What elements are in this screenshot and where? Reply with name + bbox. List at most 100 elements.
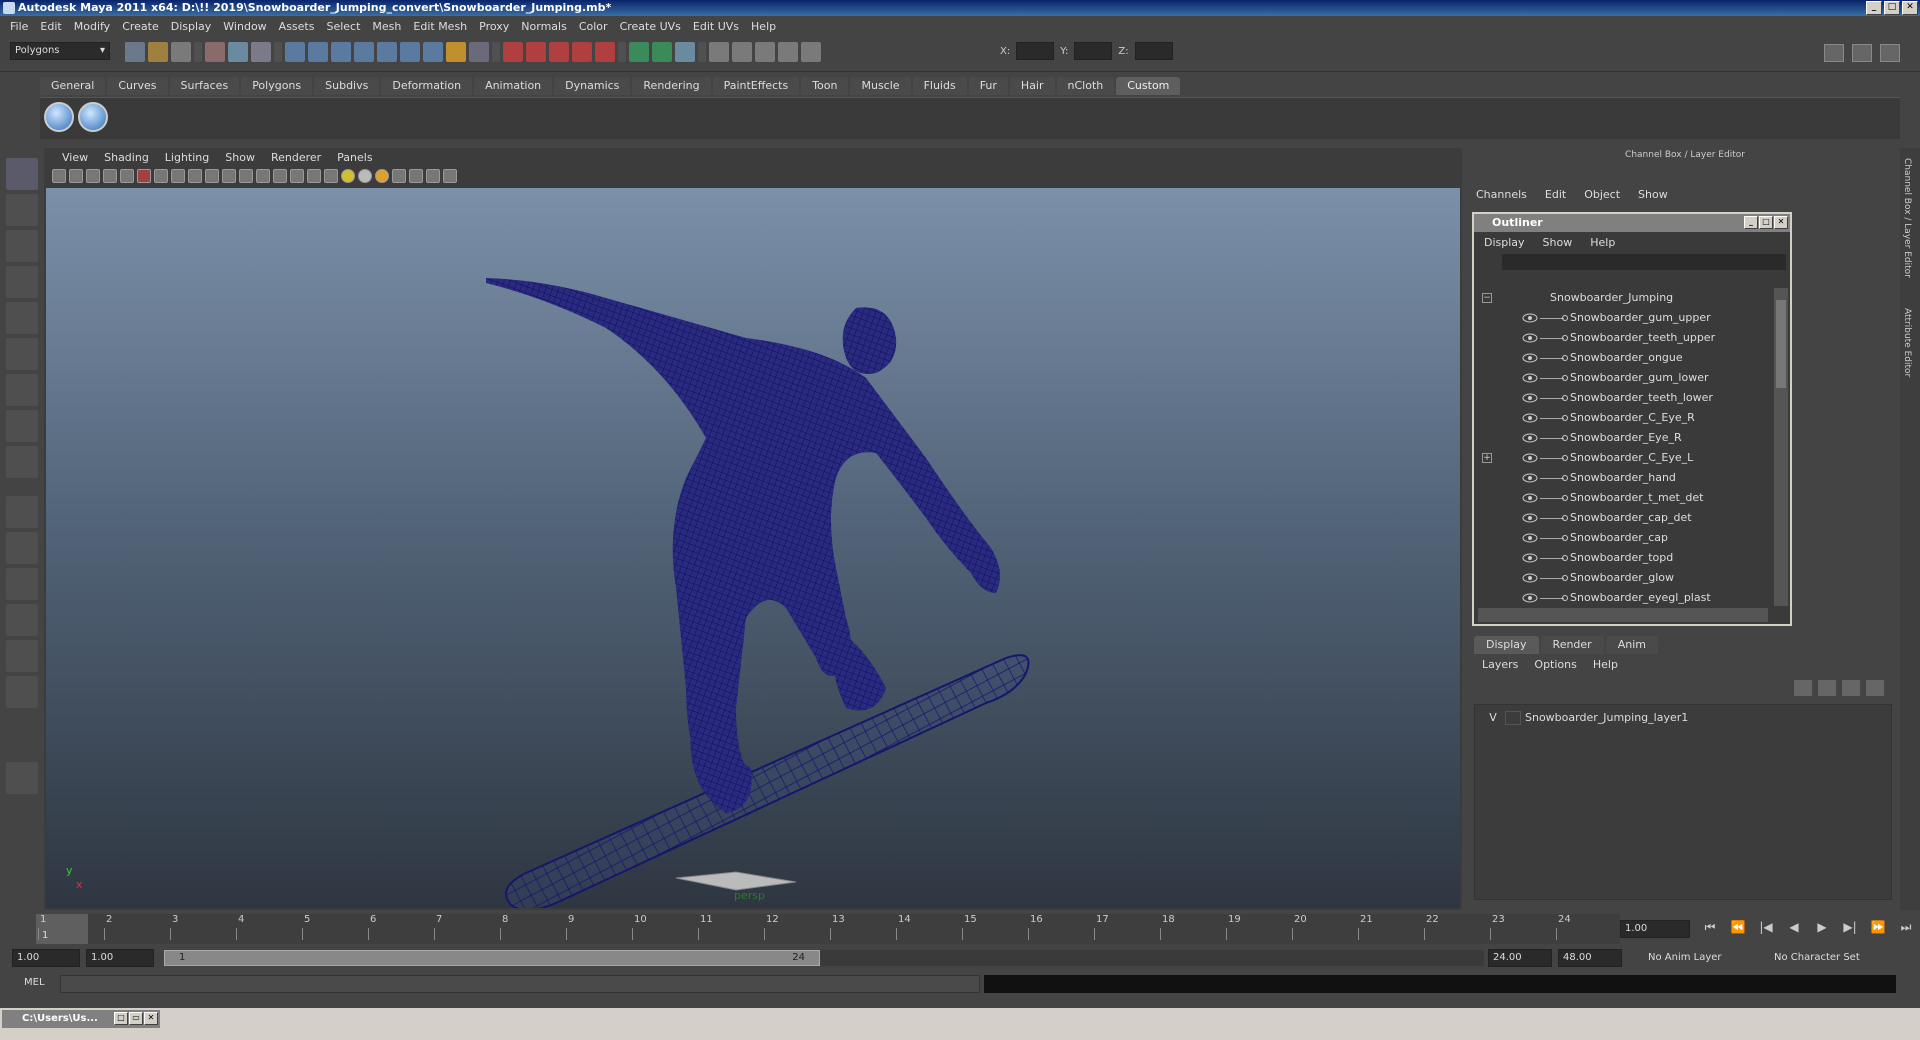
- toggle-layout-icon[interactable]: [629, 42, 649, 62]
- shelf-tab-fur[interactable]: Fur: [968, 77, 1008, 95]
- pin-icon[interactable]: [778, 42, 798, 62]
- outliner-minimize-button[interactable]: _: [1744, 216, 1758, 229]
- menu-select[interactable]: Select: [320, 20, 366, 33]
- help-line-icon[interactable]: [423, 42, 443, 62]
- shelf-tab-hair[interactable]: Hair: [1009, 77, 1055, 95]
- select-hierarchy-icon[interactable]: [205, 42, 225, 62]
- command-language-label[interactable]: MEL: [24, 977, 45, 988]
- xray-icon[interactable]: [409, 169, 423, 183]
- z-field[interactable]: [1134, 42, 1173, 60]
- default-lights-icon[interactable]: [341, 169, 355, 183]
- channel-box-toggle-icon[interactable]: [1880, 44, 1900, 62]
- grid-icon[interactable]: [154, 169, 168, 183]
- shelf-tab-rendering[interactable]: Rendering: [632, 77, 711, 95]
- clapper-icon[interactable]: [732, 42, 752, 62]
- camera-attributes-icon[interactable]: [69, 169, 83, 183]
- history-icon[interactable]: [400, 42, 420, 62]
- shelf-tab-subdivs[interactable]: Subdivs: [314, 77, 380, 95]
- play-backward-button[interactable]: ◀: [1784, 920, 1804, 935]
- time-slider-track[interactable]: 1 1 2 3 4 5 6 7 8 9 10 11 12 13 14 15 16 17 18 19 20 21 22 23 2…: [36, 914, 1620, 944]
- layer-visibility-toggle[interactable]: V: [1485, 709, 1501, 727]
- maximize-button[interactable]: ▭: [129, 1012, 143, 1025]
- render-current-icon[interactable]: [503, 42, 523, 62]
- last-tool-icon[interactable]: [6, 446, 38, 478]
- outliner-filter-input[interactable]: [1502, 254, 1786, 270]
- outliner-menu-show[interactable]: Show: [1543, 236, 1573, 249]
- isolate-select-icon[interactable]: [392, 169, 406, 183]
- layer-type-toggle[interactable]: [1505, 711, 1521, 725]
- new-layer-icon[interactable]: [1842, 680, 1860, 696]
- checkmark-icon[interactable]: [44, 102, 74, 132]
- viewport-menu-view[interactable]: View: [54, 151, 96, 164]
- textured-icon[interactable]: [324, 169, 338, 183]
- attribute-editor-toggle-icon[interactable]: [1824, 44, 1844, 62]
- manipulator-tool-icon[interactable]: [6, 374, 38, 406]
- outliner-item[interactable]: Snowboarder_topd: [1474, 548, 1774, 568]
- menu-edit[interactable]: Edit: [34, 20, 67, 33]
- outliner-horizontal-scrollbar[interactable]: [1478, 608, 1768, 622]
- snapshot-icon[interactable]: [755, 42, 775, 62]
- range-slider-thumb[interactable]: 1 24: [164, 950, 820, 966]
- outliner-item[interactable]: Snowboarder_gum_upper: [1474, 308, 1774, 328]
- script-icon[interactable]: [6, 762, 38, 794]
- outliner-root-item[interactable]: − Snowboarder_Jumping: [1474, 288, 1774, 308]
- shelf-tab-toon[interactable]: Toon: [801, 77, 849, 95]
- move-tool-icon[interactable]: [6, 266, 38, 298]
- perspective-view[interactable]: y x persp: [46, 188, 1460, 908]
- outliner-vertical-scrollbar[interactable]: [1774, 288, 1788, 606]
- image-plane-icon[interactable]: [103, 169, 117, 183]
- shelf-tab-surfaces[interactable]: Surfaces: [169, 77, 240, 95]
- select-object-icon[interactable]: [228, 42, 248, 62]
- new-scene-icon[interactable]: [125, 42, 145, 62]
- command-input[interactable]: [60, 975, 980, 993]
- play-forward-button[interactable]: ▶: [1812, 920, 1832, 935]
- outliner-item[interactable]: + Snowboarder_C_Eye_L: [1474, 448, 1774, 468]
- layer-tab-anim[interactable]: Anim: [1605, 636, 1658, 654]
- menu-normals[interactable]: Normals: [515, 20, 573, 33]
- viewport-menu-show[interactable]: Show: [217, 151, 263, 164]
- outliner-item[interactable]: Snowboarder_t_met_det: [1474, 488, 1774, 508]
- 2d-pan-zoom-icon[interactable]: [120, 169, 134, 183]
- select-tool-icon[interactable]: [6, 158, 38, 190]
- select-component-icon[interactable]: [251, 42, 271, 62]
- menu-create-uvs[interactable]: Create UVs: [614, 20, 687, 33]
- shadows-icon[interactable]: [375, 169, 389, 183]
- single-perspective-layout-icon[interactable]: [6, 496, 38, 528]
- menu-color[interactable]: Color: [573, 20, 614, 33]
- viewport-menu-shading[interactable]: Shading: [96, 151, 157, 164]
- layer-tab-display[interactable]: Display: [1474, 636, 1539, 654]
- y-field[interactable]: [1074, 42, 1113, 60]
- tool-settings-toggle-icon[interactable]: [1852, 44, 1872, 62]
- channel-box-side-tab[interactable]: Channel Box / Layer Editor: [1902, 158, 1912, 278]
- smooth-shade-icon[interactable]: [290, 169, 304, 183]
- attribute-editor-side-tab[interactable]: Attribute Editor: [1902, 308, 1912, 377]
- menu-set-dropdown[interactable]: Polygons: [10, 42, 110, 60]
- shelf-tab-deformation[interactable]: Deformation: [381, 77, 473, 95]
- outliner-item[interactable]: Snowboarder_ongue: [1474, 348, 1774, 368]
- shelf-tab-painteffects[interactable]: PaintEffects: [712, 77, 800, 95]
- hypershade-layout-icon[interactable]: [6, 640, 38, 672]
- menu-assets[interactable]: Assets: [273, 20, 321, 33]
- menu-edit-mesh[interactable]: Edit Mesh: [407, 20, 473, 33]
- collapse-icon[interactable]: −: [1482, 293, 1492, 303]
- hud-icon[interactable]: [443, 169, 457, 183]
- outliner-maximize-button[interactable]: □: [1759, 216, 1773, 229]
- step-back-key-button[interactable]: ⏪: [1728, 920, 1748, 935]
- wireframe-icon[interactable]: [273, 169, 287, 183]
- outliner-item[interactable]: Snowboarder_cap: [1474, 528, 1774, 548]
- camera-icon[interactable]: [709, 42, 729, 62]
- outliner-item[interactable]: Snowboarder_Eye_R: [1474, 428, 1774, 448]
- outliner-item[interactable]: Snowboarder_glow: [1474, 568, 1774, 588]
- menu-mesh[interactable]: Mesh: [366, 20, 407, 33]
- shelf-tab-general[interactable]: General: [40, 77, 106, 95]
- shelf-tab-custom[interactable]: Custom: [1116, 77, 1181, 95]
- playback-start-field[interactable]: 1.00: [86, 949, 154, 967]
- minimized-window-item[interactable]: C:\Users\Us... □ ▭ ✕: [2, 1010, 160, 1028]
- outliner-item[interactable]: Snowboarder_eyegl_plast: [1474, 588, 1774, 606]
- animation-end-field[interactable]: 48.00: [1558, 949, 1622, 967]
- tool-settings-icon[interactable]: [675, 42, 695, 62]
- step-forward-frame-button[interactable]: ▶|: [1840, 920, 1860, 935]
- menu-create[interactable]: Create: [116, 20, 165, 33]
- outliner-item[interactable]: Snowboarder_C_Eye_R: [1474, 408, 1774, 428]
- viewport-menu-panels[interactable]: Panels: [329, 151, 380, 164]
